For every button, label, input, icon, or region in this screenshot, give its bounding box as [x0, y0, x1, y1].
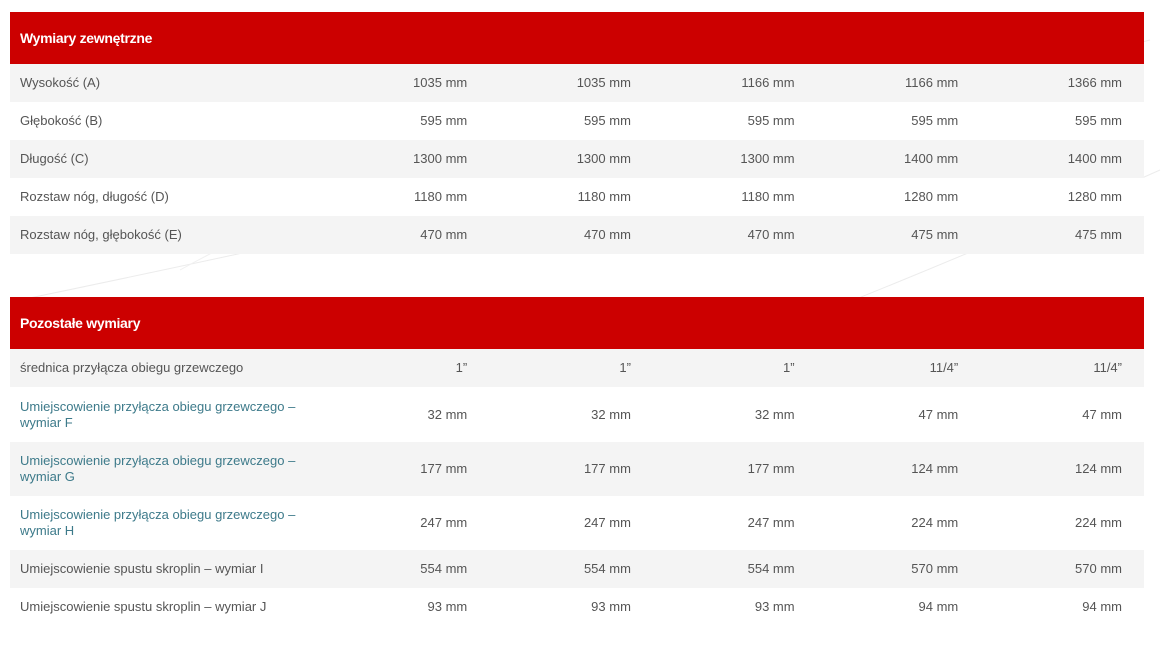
cell-value: 177 mm: [489, 442, 653, 496]
cell-value: 554 mm: [652, 550, 817, 588]
table-row: Umiejscowienie przyłącza obiegu grzewcze…: [10, 387, 1144, 442]
cell-value: 1”: [325, 349, 490, 387]
cell-value: 595 mm: [325, 102, 490, 140]
row-label: Umiejscowienie spustu skroplin – wymiar …: [10, 588, 326, 626]
cell-value: 47 mm: [816, 387, 981, 442]
table-row: średnica przyłącza obiegu grzewczego 1” …: [10, 349, 1144, 387]
cell-value: 1180 mm: [489, 178, 653, 216]
table-row: Wysokość (A) 1035 mm 1035 mm 1166 mm 116…: [10, 64, 1144, 102]
cell-value: 595 mm: [980, 102, 1144, 140]
cell-value: 93 mm: [489, 588, 653, 626]
section-other-dimensions: Pozostałe wymiary średnica przyłącza obi…: [10, 297, 1144, 626]
cell-value: 11/4”: [980, 349, 1144, 387]
cell-value: 1280 mm: [980, 178, 1144, 216]
cell-value: 47 mm: [980, 387, 1144, 442]
cell-value: 32 mm: [489, 387, 653, 442]
cell-value: 1300 mm: [652, 140, 817, 178]
cell-value: 1166 mm: [816, 64, 981, 102]
cell-value: 1166 mm: [652, 64, 817, 102]
cell-value: 124 mm: [816, 442, 981, 496]
table-row: Rozstaw nóg, długość (D) 1180 mm 1180 mm…: [10, 178, 1144, 216]
row-label: Rozstaw nóg, długość (D): [10, 178, 326, 216]
cell-value: 554 mm: [489, 550, 653, 588]
row-label: Długość (C): [10, 140, 326, 178]
row-label: Umiejscowienie przyłącza obiegu grzewcze…: [10, 387, 326, 442]
cell-value: 570 mm: [816, 550, 981, 588]
cell-value: 1400 mm: [980, 140, 1144, 178]
table-row: Rozstaw nóg, głębokość (E) 470 mm 470 mm…: [10, 216, 1144, 254]
section-external-dimensions: Wymiary zewnętrzne Wysokość (A) 1035 mm …: [10, 12, 1144, 254]
cell-value: 1035 mm: [489, 64, 653, 102]
row-label: Umiejscowienie przyłącza obiegu grzewcze…: [10, 496, 326, 550]
cell-value: 177 mm: [652, 442, 817, 496]
table-row: Umiejscowienie spustu skroplin – wymiar …: [10, 588, 1144, 626]
cell-value: 224 mm: [816, 496, 981, 550]
cell-value: 93 mm: [325, 588, 490, 626]
cell-value: 1280 mm: [816, 178, 981, 216]
cell-value: 1035 mm: [325, 64, 490, 102]
cell-value: 1400 mm: [816, 140, 981, 178]
cell-value: 1”: [652, 349, 817, 387]
cell-value: 11/4”: [816, 349, 981, 387]
cell-value: 1”: [489, 349, 653, 387]
cell-value: 177 mm: [325, 442, 490, 496]
cell-value: 224 mm: [980, 496, 1144, 550]
cell-value: 247 mm: [652, 496, 817, 550]
page: Wymiary zewnętrzne Wysokość (A) 1035 mm …: [0, 0, 1167, 653]
cell-value: 247 mm: [489, 496, 653, 550]
row-label: Umiejscowienie przyłącza obiegu grzewcze…: [10, 442, 326, 496]
cell-value: 475 mm: [980, 216, 1144, 254]
cell-value: 93 mm: [652, 588, 817, 626]
cell-value: 124 mm: [980, 442, 1144, 496]
cell-value: 595 mm: [489, 102, 653, 140]
cell-value: 475 mm: [816, 216, 981, 254]
table-row: Umiejscowienie przyłącza obiegu grzewcze…: [10, 442, 1144, 496]
section-header: Pozostałe wymiary: [10, 297, 1144, 349]
table-row: Umiejscowienie przyłącza obiegu grzewcze…: [10, 496, 1144, 550]
cell-value: 1180 mm: [652, 178, 817, 216]
cell-value: 470 mm: [325, 216, 490, 254]
row-label: Umiejscowienie spustu skroplin – wymiar …: [10, 550, 326, 588]
row-label: Rozstaw nóg, głębokość (E): [10, 216, 326, 254]
cell-value: 1180 mm: [325, 178, 490, 216]
table-row: Głębokość (B) 595 mm 595 mm 595 mm 595 m…: [10, 102, 1144, 140]
cell-value: 94 mm: [816, 588, 981, 626]
section-title: Pozostałe wymiary: [20, 315, 141, 331]
table-row: Umiejscowienie spustu skroplin – wymiar …: [10, 550, 1144, 588]
cell-value: 570 mm: [980, 550, 1144, 588]
dimensions-table: średnica przyłącza obiegu grzewczego 1” …: [10, 349, 1144, 626]
row-label: Wysokość (A): [10, 64, 326, 102]
row-label: Głębokość (B): [10, 102, 326, 140]
section-title: Wymiary zewnętrzne: [20, 30, 153, 46]
cell-value: 470 mm: [489, 216, 653, 254]
cell-value: 595 mm: [816, 102, 981, 140]
cell-value: 595 mm: [652, 102, 817, 140]
cell-value: 32 mm: [652, 387, 817, 442]
row-label: średnica przyłącza obiegu grzewczego: [10, 349, 326, 387]
cell-value: 554 mm: [325, 550, 490, 588]
cell-value: 1366 mm: [980, 64, 1144, 102]
section-header: Wymiary zewnętrzne: [10, 12, 1144, 64]
cell-value: 1300 mm: [489, 140, 653, 178]
cell-value: 470 mm: [652, 216, 817, 254]
dimensions-table: Wysokość (A) 1035 mm 1035 mm 1166 mm 116…: [10, 64, 1144, 254]
cell-value: 1300 mm: [325, 140, 490, 178]
table-row: Długość (C) 1300 mm 1300 mm 1300 mm 1400…: [10, 140, 1144, 178]
cell-value: 32 mm: [325, 387, 490, 442]
cell-value: 247 mm: [325, 496, 490, 550]
cell-value: 94 mm: [980, 588, 1144, 626]
